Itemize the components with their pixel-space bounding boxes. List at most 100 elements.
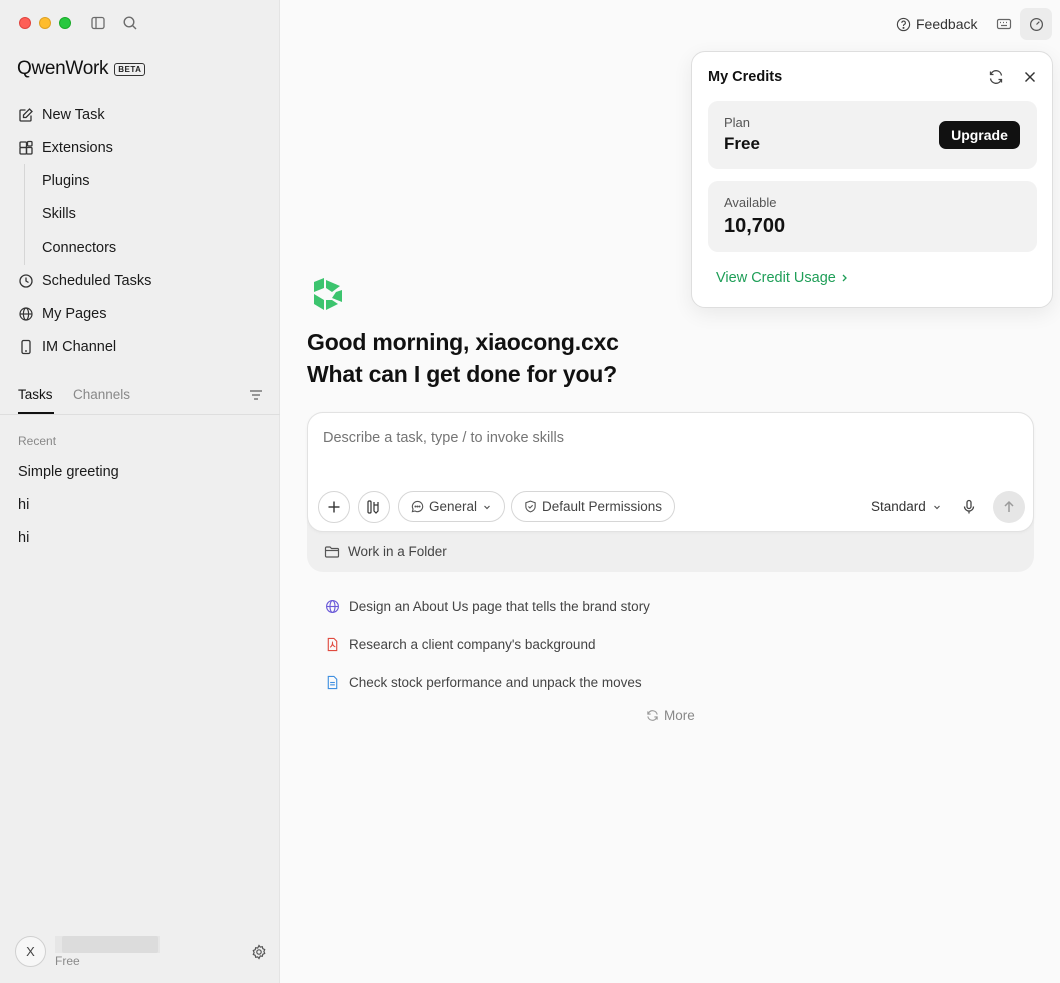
add-button[interactable]	[318, 491, 350, 523]
app-name: QwenWork	[17, 58, 109, 79]
nav-label: IM Channel	[42, 339, 117, 355]
permissions-label: Default Permissions	[542, 499, 663, 514]
active-tab-indicator	[18, 412, 54, 414]
refresh-icon	[646, 709, 659, 722]
chevron-down-icon	[932, 502, 942, 512]
nav-im-channel[interactable]: IM Channel	[0, 331, 280, 364]
search-icon[interactable]	[122, 15, 138, 31]
tools-icon	[366, 499, 382, 515]
qwenwork-logo	[310, 276, 346, 312]
shield-check-icon	[524, 500, 537, 513]
task-item[interactable]: hi	[0, 488, 280, 521]
phone-icon	[18, 339, 34, 355]
nav-skills[interactable]: Skills	[25, 198, 280, 232]
recent-label: Recent	[18, 434, 57, 448]
suggestion-text: Design an About Us page that tells the b…	[349, 598, 650, 614]
minimize-window-button[interactable]	[39, 17, 51, 29]
close-window-button[interactable]	[19, 17, 31, 29]
mode-dropdown[interactable]: General	[398, 491, 506, 522]
work-in-folder-button[interactable]: Work in a Folder	[324, 544, 447, 559]
plus-icon	[327, 500, 341, 514]
tab-tasks[interactable]: Tasks	[18, 387, 53, 402]
avatar[interactable]: X	[15, 936, 46, 967]
extensions-submenu: Plugins Skills Connectors	[24, 164, 280, 265]
chevron-right-icon	[840, 273, 849, 283]
nav-label: Connectors	[42, 239, 117, 256]
nav-plugins[interactable]: Plugins	[25, 164, 280, 198]
maximize-window-button[interactable]	[59, 17, 71, 29]
suggestion-item[interactable]: Design an About Us page that tells the b…	[325, 587, 650, 625]
available-card: Available 10,700	[708, 181, 1037, 252]
gear-icon[interactable]	[251, 944, 267, 960]
arrow-up-icon	[1002, 500, 1016, 514]
nav-extensions[interactable]: Extensions	[0, 131, 280, 164]
tools-button[interactable]	[358, 491, 390, 523]
model-dropdown[interactable]: Standard	[871, 499, 942, 514]
nav-connectors[interactable]: Connectors	[25, 231, 280, 265]
task-item[interactable]: hi	[0, 521, 280, 554]
redacted-username-block	[62, 936, 158, 953]
permissions-button[interactable]: Default Permissions	[511, 491, 676, 522]
task-input[interactable]	[323, 430, 1003, 446]
filter-icon[interactable]	[249, 388, 263, 402]
suggestion-text: Check stock performance and unpack the m…	[349, 674, 642, 690]
credits-button[interactable]	[1020, 8, 1052, 40]
keyboard-icon[interactable]	[996, 16, 1012, 32]
nav-new-task[interactable]: New Task	[0, 98, 280, 131]
task-item[interactable]: Simple greeting	[0, 455, 280, 488]
pdf-icon	[325, 637, 340, 652]
suggestion-list: Design an About Us page that tells the b…	[325, 587, 650, 701]
nav-label: My Pages	[42, 306, 107, 322]
user-plan: Free	[55, 954, 80, 968]
model-label: Standard	[871, 499, 926, 514]
feedback-button[interactable]: Feedback	[896, 16, 977, 32]
nav-scheduled-tasks[interactable]: Scheduled Tasks	[0, 265, 280, 298]
user-profile[interactable]: X Free	[15, 936, 267, 968]
usage-link-label: View Credit Usage	[716, 270, 836, 286]
greeting-line-2: What can I get done for you?	[307, 361, 618, 387]
available-value: 10,700	[724, 215, 786, 237]
nav-label: Skills	[42, 206, 76, 223]
help-circle-icon	[896, 17, 911, 32]
clock-icon	[18, 273, 34, 289]
edit-icon	[18, 107, 34, 123]
close-icon[interactable]	[1022, 69, 1038, 85]
greeting: Good morning, xiaocong.cxc What can I ge…	[307, 326, 619, 390]
sidebar-toggle-icon[interactable]	[90, 15, 106, 31]
feedback-label: Feedback	[916, 16, 978, 32]
nav-my-pages[interactable]: My Pages	[0, 298, 280, 331]
mode-label: General	[429, 499, 478, 514]
credits-popover: My Credits Plan Free Upgrade Available 1…	[691, 51, 1053, 308]
nav-label: Extensions	[42, 139, 113, 156]
microphone-icon[interactable]	[961, 499, 977, 515]
globe-icon	[325, 599, 340, 614]
suggestion-item[interactable]: Research a client company's background	[325, 625, 650, 663]
composer-container: General Default Permissions Standard	[307, 412, 1034, 572]
globe-icon	[18, 306, 34, 322]
nav-label: Scheduled Tasks	[42, 273, 152, 289]
available-label: Available	[724, 195, 777, 210]
nav-label: Plugins	[42, 172, 90, 189]
plan-value: Free	[724, 134, 760, 153]
plan-card: Plan Free Upgrade	[708, 101, 1037, 169]
folder-icon	[324, 545, 340, 559]
folder-label: Work in a Folder	[348, 544, 447, 559]
app-window: QwenWork BETA New Task Extensions Plugin…	[0, 0, 1060, 983]
more-suggestions-button[interactable]: More	[646, 708, 695, 723]
brand: QwenWork BETA	[17, 58, 146, 80]
beta-badge: BETA	[114, 62, 146, 76]
view-credit-usage-link[interactable]: View Credit Usage	[716, 270, 849, 286]
popover-title: My Credits	[708, 69, 783, 85]
more-label: More	[664, 708, 695, 723]
gauge-icon	[1029, 17, 1044, 32]
suggestion-item[interactable]: Check stock performance and unpack the m…	[325, 663, 650, 701]
plan-label: Plan	[724, 115, 751, 130]
suggestion-text: Research a client company's background	[349, 636, 596, 652]
sidebar-nav: New Task Extensions Plugins Skills Conne…	[0, 98, 280, 364]
tab-channels[interactable]: Channels	[73, 387, 130, 402]
upgrade-button[interactable]: Upgrade	[939, 121, 1020, 149]
document-icon	[325, 675, 340, 690]
refresh-icon[interactable]	[988, 69, 1004, 85]
nav-label: New Task	[42, 106, 105, 123]
send-button[interactable]	[993, 491, 1025, 523]
